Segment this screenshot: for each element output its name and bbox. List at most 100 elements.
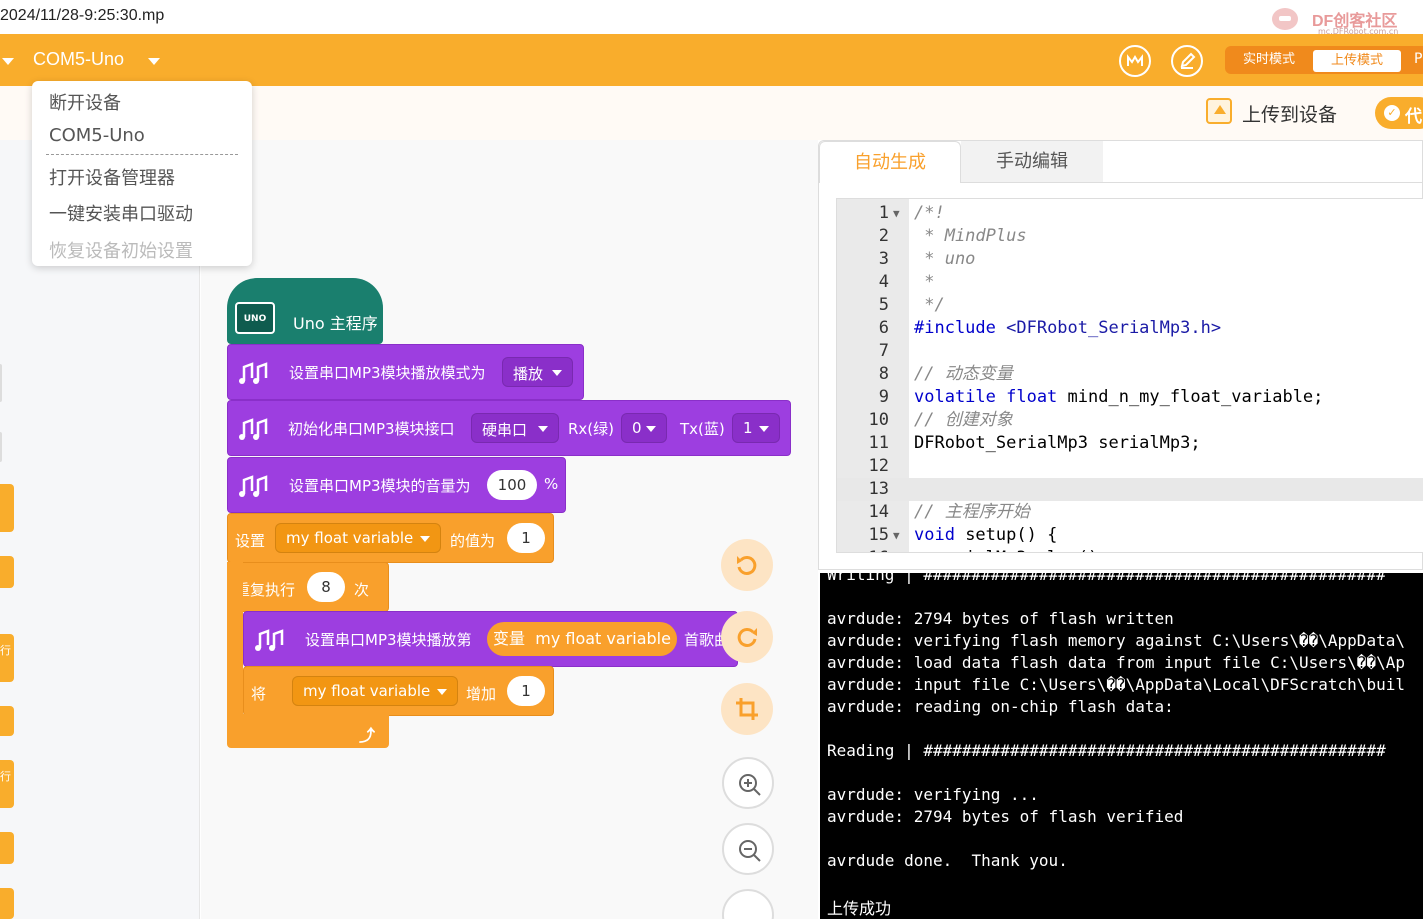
- set-variable-block[interactable]: 设置 my float variable 的值为 1: [227, 513, 554, 563]
- tab-auto-generate[interactable]: 自动生成: [819, 141, 961, 183]
- realtime-mode-button[interactable]: 实时模式: [1225, 46, 1313, 74]
- play-mode-dropdown[interactable]: 播放: [502, 357, 573, 387]
- line-number: 11: [868, 433, 889, 453]
- palette-block-stub[interactable]: [0, 556, 14, 588]
- line-number: 8: [878, 364, 889, 384]
- menu-item-disconnect[interactable]: 断开设备: [49, 89, 121, 115]
- tab-manual-edit[interactable]: 手动编辑: [961, 141, 1103, 183]
- code-line[interactable]: 14 // 主程序开始: [837, 501, 1423, 524]
- zoom-out-button[interactable]: [722, 823, 774, 875]
- uno-main-program-block[interactable]: UNO Uno 主程序: [227, 278, 383, 344]
- undo-button[interactable]: [721, 539, 773, 591]
- mp3-play-mode-block[interactable]: 设置串口MP3模块播放模式为 播放: [227, 344, 584, 400]
- percent-label: %: [544, 475, 559, 493]
- upload-success-message: 上传成功: [827, 899, 892, 918]
- code-line[interactable]: 10 // 创建对象: [837, 409, 1423, 432]
- code-line[interactable]: 9 volatile float mind_n_my_float_variable…: [837, 386, 1423, 409]
- code-line[interactable]: 13: [837, 478, 1423, 501]
- title-bar: 2024/11/28-9:25:30.mp DF创客社区 mc.DFRobot.…: [0, 0, 1423, 36]
- fold-toggle-icon[interactable]: ▼: [893, 524, 900, 547]
- line-number: 16: [837, 547, 889, 552]
- mp3-init-block[interactable]: 初始化串口MP3模块接口 硬串口 Rx(绿) 0 Tx(蓝) 1: [227, 400, 791, 456]
- upload-icon: [1206, 98, 1232, 124]
- redo-button[interactable]: [721, 611, 773, 663]
- variable-reporter[interactable]: 变量 my float variable: [487, 622, 677, 656]
- code-text: void setup() {: [914, 525, 1058, 545]
- reporter-prefix: 变量: [493, 629, 526, 648]
- palette-block-stub[interactable]: [0, 706, 14, 736]
- code-toggle-button[interactable]: ✓ 代: [1375, 97, 1423, 129]
- code-text: */: [914, 295, 945, 315]
- code-line[interactable]: 7: [837, 340, 1423, 363]
- palette-block-stub[interactable]: [0, 484, 14, 532]
- code-line[interactable]: 1 ▼ /*!: [837, 202, 1423, 225]
- line-number: 13: [868, 479, 889, 499]
- output-console[interactable]: Writing | ##############################…: [820, 573, 1423, 919]
- console-line: avrdude: 2794 bytes of flash verified: [827, 807, 1184, 826]
- block-label: 次: [354, 581, 370, 599]
- palette-block-stub[interactable]: 行: [0, 760, 14, 808]
- upload-mode-button[interactable]: 上传模式: [1313, 50, 1401, 72]
- palette-stub-label: 行: [0, 644, 11, 657]
- loop-arrow-icon: ⤴: [359, 726, 376, 745]
- code-text: #include <DFRobot_SerialMp3.h>: [914, 318, 1222, 338]
- code-line[interactable]: 4 *: [837, 271, 1423, 294]
- pencil-icon: [1180, 52, 1196, 69]
- console-line: Reading | ##############################…: [827, 741, 1386, 760]
- code-line[interactable]: 6 #include <DFRobot_SerialMp3.h>: [837, 317, 1423, 340]
- palette-block-stub[interactable]: [0, 832, 14, 864]
- dropdown-value: 硬串口: [482, 421, 528, 439]
- menu-item-install-driver[interactable]: 一键安装串口驱动: [49, 200, 193, 226]
- variable-dropdown[interactable]: my float variable: [275, 523, 441, 553]
- code-editor[interactable]: 1 ▼/*! 2 * MindPlus 3 * uno 4 * 5 */6 #include…: [836, 198, 1423, 553]
- rx-label: Rx(绿): [568, 420, 615, 438]
- console-line: avrdude: input file C:\Users\��\AppData\…: [827, 675, 1405, 694]
- serial-port-dropdown[interactable]: 硬串口: [471, 413, 559, 443]
- code-line[interactable]: 15 ▼ void setup() {: [837, 524, 1423, 547]
- block-label: 将: [251, 685, 267, 703]
- code-line[interactable]: 11 DFRobot_SerialMp3 serialMp3;: [837, 432, 1423, 455]
- palette-stub-label: 行: [0, 770, 11, 783]
- main-program-label: Uno 主程序: [293, 314, 378, 333]
- crop-button[interactable]: [721, 683, 773, 735]
- code-line[interactable]: 8 // 动态变量: [837, 363, 1423, 386]
- line-number: 3: [878, 249, 889, 269]
- code-line[interactable]: 16 serialMp3.play();: [837, 547, 1423, 552]
- code-text: // 主程序开始: [914, 502, 1030, 522]
- rx-pin-dropdown[interactable]: 0: [621, 413, 667, 443]
- code-line[interactable]: 2 * MindPlus: [837, 225, 1423, 248]
- palette-block-stub[interactable]: [0, 888, 14, 919]
- chevron-down-icon[interactable]: [148, 58, 160, 65]
- mode-switch: 实时模式 上传模式: [1225, 46, 1423, 74]
- fold-toggle-icon[interactable]: ▼: [893, 202, 900, 225]
- console-line: avrdude: reading on-chip flash data:: [827, 697, 1174, 716]
- repeat-loop-block[interactable]: 重复执行 8 次: [227, 562, 389, 612]
- chevron-down-icon[interactable]: [2, 58, 14, 65]
- value-input[interactable]: 1: [507, 523, 545, 553]
- palette-block-stub[interactable]: 行: [0, 634, 14, 682]
- code-toggle-label: 代: [1405, 107, 1422, 127]
- repeat-count-input[interactable]: 8: [307, 572, 345, 602]
- code-line[interactable]: 12: [837, 455, 1423, 478]
- zoom-in-button[interactable]: [722, 757, 774, 809]
- change-variable-block[interactable]: 将 my float variable 增加 1: [243, 666, 554, 716]
- code-line[interactable]: 3 * uno: [837, 248, 1423, 271]
- menu-item-device-manager[interactable]: 打开设备管理器: [49, 164, 175, 190]
- edit-icon[interactable]: [1171, 45, 1203, 77]
- mind-logo-icon[interactable]: [1119, 45, 1151, 77]
- line-number: 14: [868, 502, 889, 522]
- chevron-down-icon: [759, 426, 769, 432]
- menu-item-com5-uno[interactable]: COM5-Uno: [49, 125, 145, 146]
- mp3-play-track-block[interactable]: 设置串口MP3模块播放第 变量 my float variable 首歌曲: [243, 611, 738, 667]
- value-input[interactable]: 1: [507, 676, 545, 706]
- mp3-volume-block[interactable]: 设置串口MP3模块的音量为 100 %: [227, 457, 566, 513]
- tx-pin-dropdown[interactable]: 1: [732, 413, 780, 443]
- python-mode-button[interactable]: P: [1414, 51, 1422, 67]
- code-text: // 创建对象: [914, 410, 1013, 430]
- volume-input[interactable]: 100: [487, 470, 537, 500]
- code-line[interactable]: 5 */: [837, 294, 1423, 317]
- block-label: 重复执行: [235, 581, 296, 599]
- device-selector[interactable]: COM5-Uno: [33, 49, 124, 70]
- variable-dropdown[interactable]: my float variable: [292, 676, 458, 706]
- block-label: 设置: [235, 532, 266, 550]
